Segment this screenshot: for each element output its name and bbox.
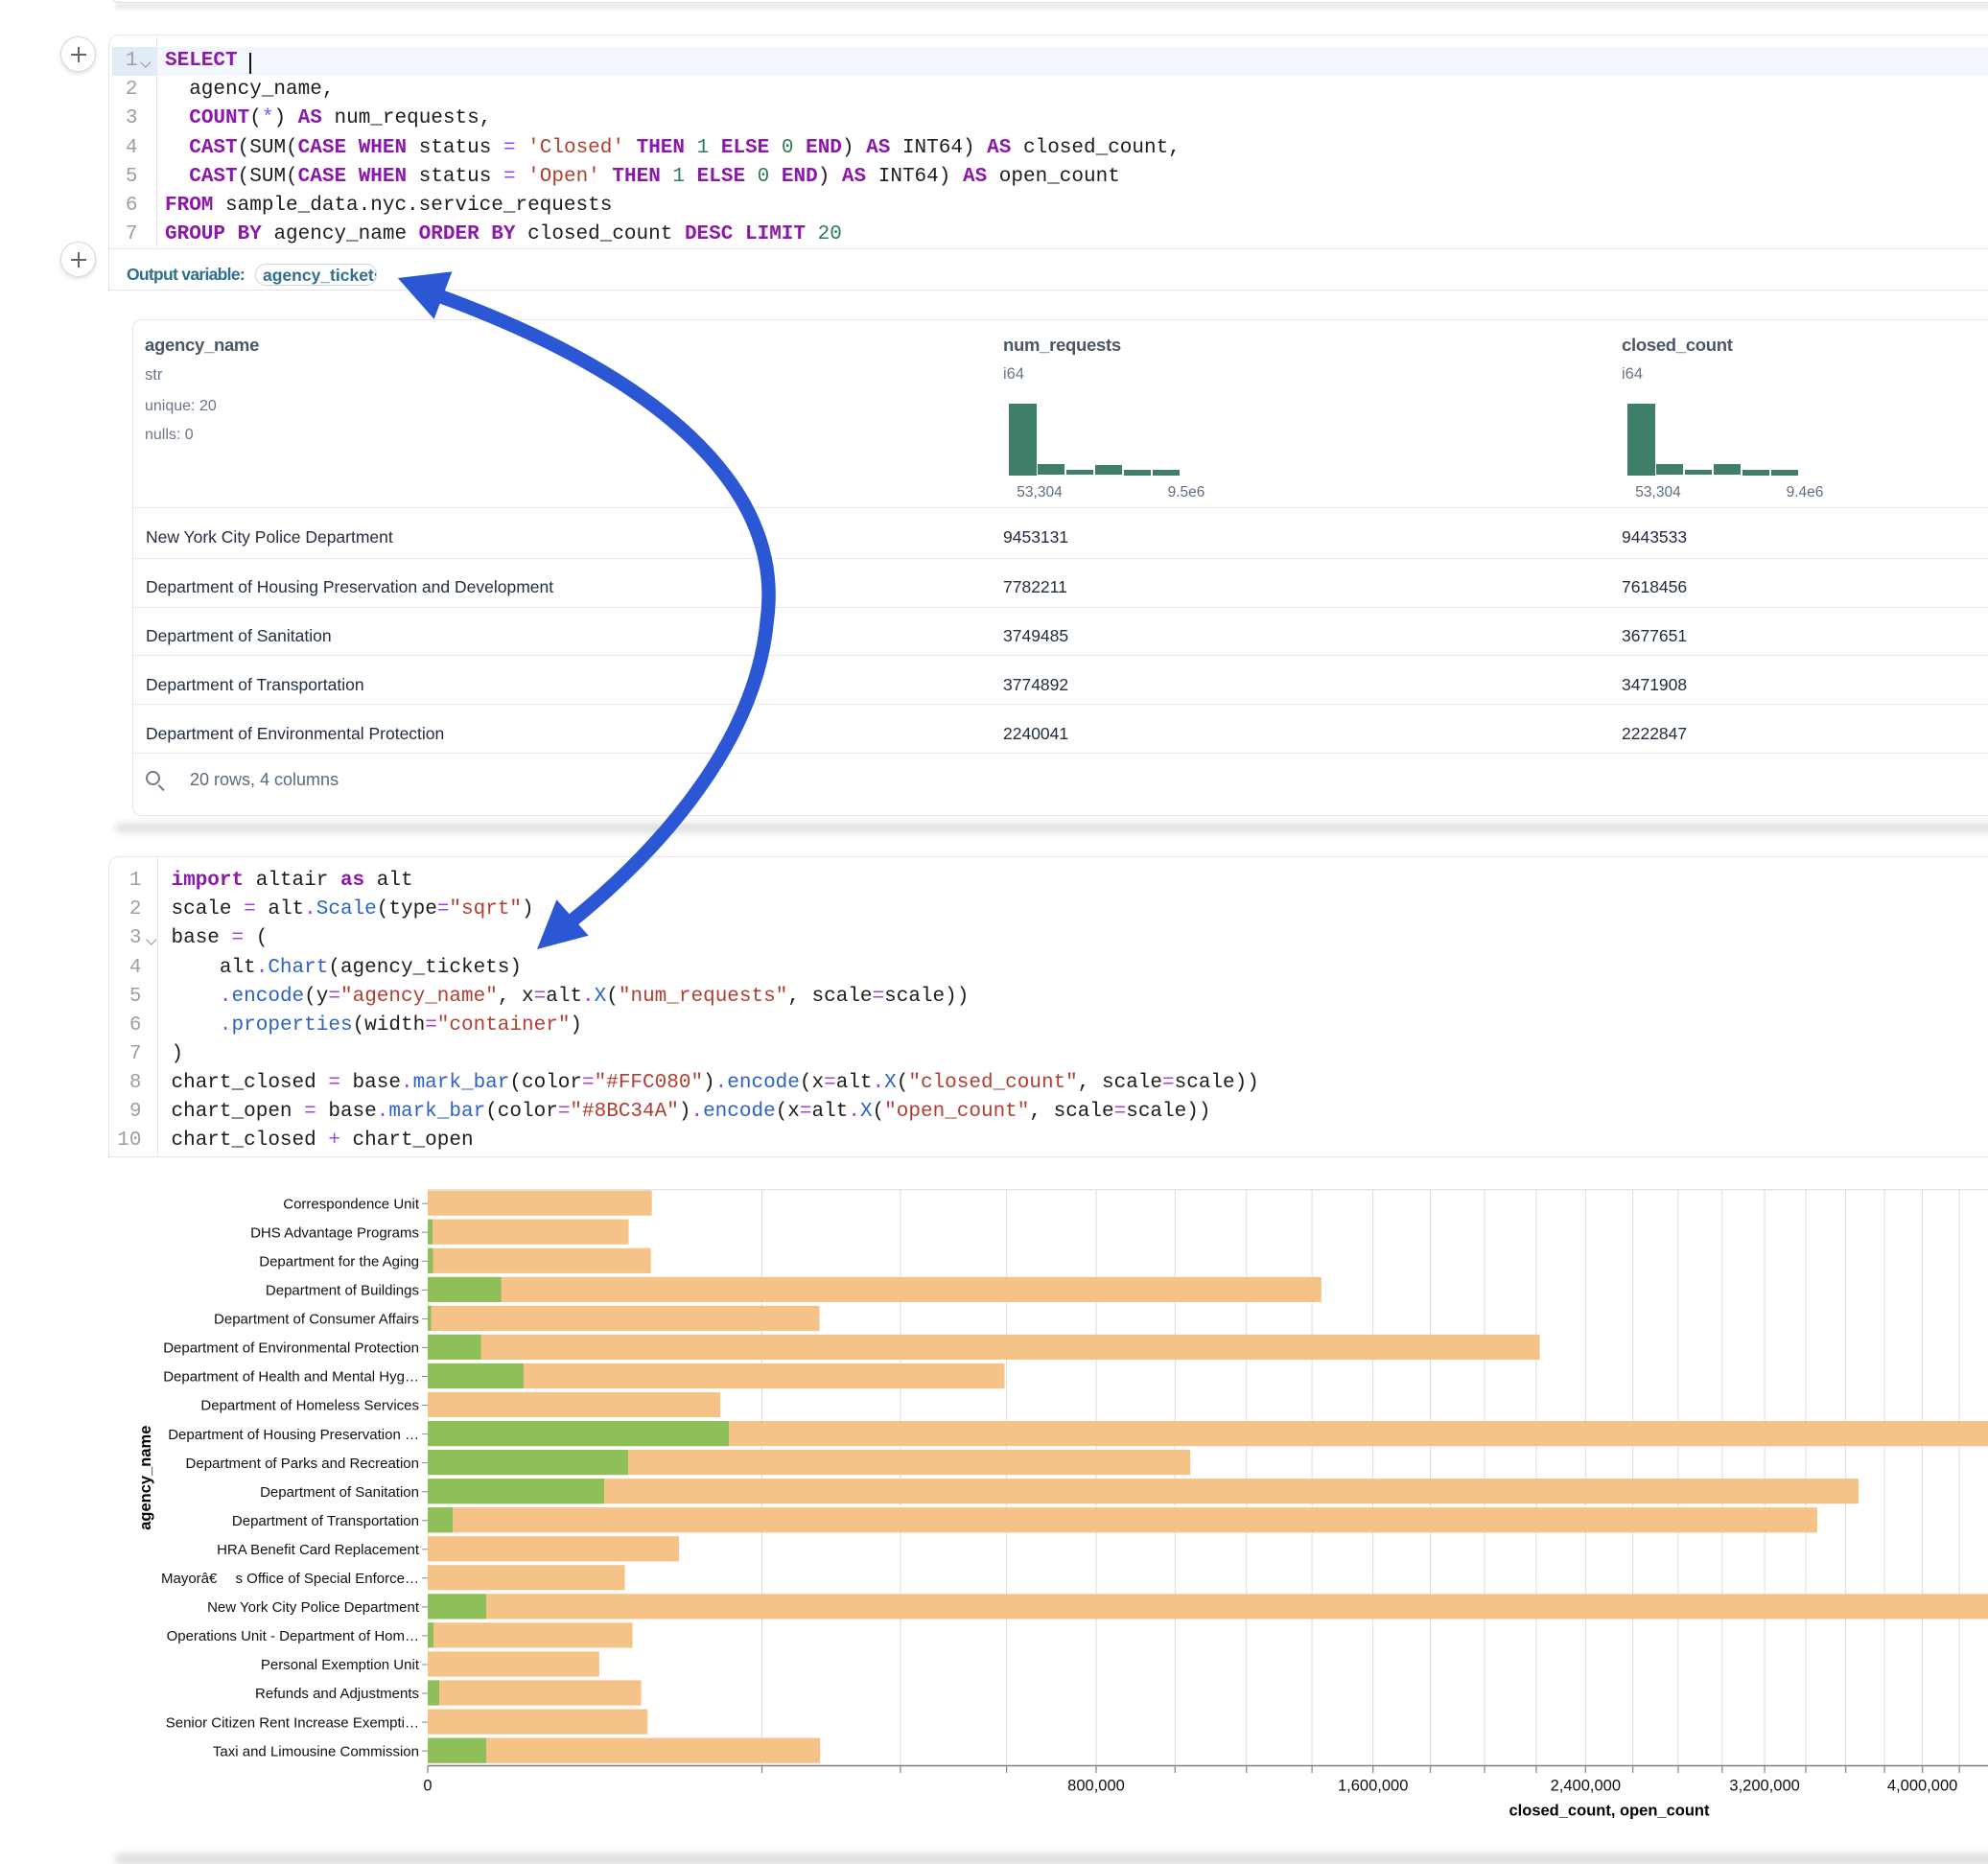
svg-text:Department of Housing Preserva: Department of Housing Preservation …	[168, 1427, 419, 1443]
svg-text:Personal Exemption Unit: Personal Exemption Unit	[261, 1657, 420, 1673]
svg-text:Department of Consumer Affairs: Department of Consumer Affairs	[214, 1312, 419, 1328]
svg-text:Department of Parks and Recrea: Department of Parks and Recreation	[186, 1456, 419, 1472]
svg-text:0: 0	[423, 1778, 432, 1795]
svg-text:3,200,000: 3,200,000	[1729, 1778, 1799, 1795]
svg-text:1,600,000: 1,600,000	[1338, 1778, 1408, 1795]
svg-text:Department of Buildings: Department of Buildings	[266, 1283, 419, 1299]
svg-text:800,000: 800,000	[1067, 1778, 1125, 1795]
svg-text:Department of Environmental Pr: Department of Environmental Protection	[163, 1340, 419, 1357]
svg-text:Taxi and Limousine Commission: Taxi and Limousine Commission	[213, 1743, 419, 1759]
svg-text:New York City Police Departmen: New York City Police Department	[207, 1599, 420, 1616]
svg-text:Department of Sanitation: Department of Sanitation	[260, 1484, 419, 1501]
svg-text:Department of Transportation: Department of Transportation	[232, 1513, 419, 1529]
svg-text:agency_name: agency_name	[137, 1426, 154, 1530]
svg-text:HRA Benefit Card Replacement: HRA Benefit Card Replacement	[217, 1542, 420, 1558]
svg-text:Department of Homeless Service: Department of Homeless Services	[200, 1398, 419, 1414]
svg-text:Department for the Aging: Department for the Aging	[259, 1254, 419, 1270]
svg-text:closed_count, open_count: closed_count, open_count	[1509, 1803, 1710, 1820]
svg-text:Correspondence Unit: Correspondence Unit	[283, 1196, 420, 1212]
svg-text:Refunds and Adjustments: Refunds and Adjustments	[255, 1686, 419, 1702]
svg-text:DHS Advantage Programs: DHS Advantage Programs	[250, 1224, 419, 1241]
svg-text:Operations Unit - Department o: Operations Unit - Department of Hom…	[167, 1628, 419, 1644]
svg-text:4,000,000: 4,000,000	[1887, 1778, 1957, 1795]
svg-text:Mayorâ€ s Office of Special E: Mayorâ€ s Office of Special Enforce…	[161, 1571, 419, 1587]
svg-text:Department of Health and Menta: Department of Health and Mental Hyg…	[163, 1369, 419, 1386]
svg-text:2,400,000: 2,400,000	[1551, 1778, 1621, 1795]
svg-text:Senior Citizen Rent Increase E: Senior Citizen Rent Increase Exempti…	[166, 1714, 419, 1731]
